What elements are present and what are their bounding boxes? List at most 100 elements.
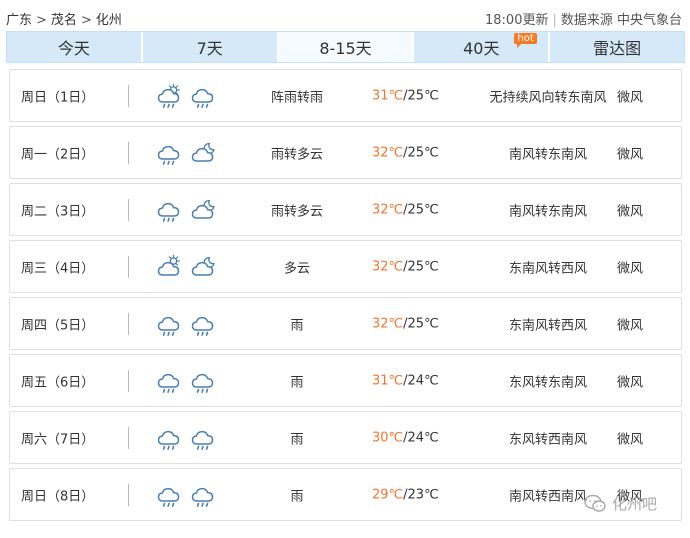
cloud-rain-icon	[157, 316, 180, 336]
forecast-row: 周五（6日）雨 31℃/24℃ 东风转东南风 微风	[9, 354, 682, 407]
column-divider	[128, 141, 129, 164]
weather-icons	[155, 83, 217, 109]
cloud-moon-icon	[191, 256, 215, 276]
forecast-list: 周日（1日） 阵雨转雨 31℃/25℃ 无持续风向转东南风 微风 周一（2日） 雨转多云 32…	[9, 69, 682, 525]
chat-bubble-icon	[584, 494, 606, 512]
wind-level: 微风	[616, 90, 643, 105]
forecast-tabs: 今天 7天 8-15天 40天 hot 雷达图	[6, 31, 685, 63]
low-temperature: /24℃	[403, 373, 439, 388]
column-divider	[128, 255, 129, 278]
low-temperature: /25℃	[403, 145, 439, 160]
breadcrumb-separator: >	[36, 13, 47, 28]
tab-8-15-days[interactable]: 8-15天	[278, 32, 415, 62]
column-divider	[128, 426, 129, 449]
wind-level: 微风	[616, 261, 643, 276]
wind-level: 微风	[616, 375, 643, 390]
forecast-row: 周六（7日）雨 30℃/24℃ 东风转西南风 微风	[9, 411, 682, 464]
cloud-rain-icon	[191, 316, 214, 336]
weather-icons	[155, 482, 217, 508]
forecast-date: 周五（6日）	[21, 375, 95, 390]
temperature: 32℃/25℃	[372, 259, 439, 274]
weather-icons	[155, 368, 217, 394]
cloud-sun-rain-icon	[157, 83, 180, 108]
low-temperature: /23℃	[403, 487, 439, 502]
weather-description: 雨	[290, 432, 304, 447]
tab-radar[interactable]: 雷达图	[550, 32, 684, 62]
weather-description: 雨转多云	[270, 204, 323, 219]
weather-description: 雨	[290, 318, 304, 333]
cloud-rain-icon	[157, 430, 180, 450]
forecast-row: 周日（1日） 阵雨转雨 31℃/25℃ 无持续风向转东南风 微风	[9, 69, 682, 122]
tab-label: 8-15天	[319, 39, 372, 58]
forecast-date: 周三（4日）	[21, 261, 95, 276]
weather-description: 雨转多云	[270, 147, 323, 162]
update-time: 18:00更新	[485, 13, 549, 28]
cloud-rain-icon	[157, 202, 180, 222]
high-temperature: 31℃	[372, 373, 404, 388]
wind-level: 微风	[616, 432, 643, 447]
wind-level: 微风	[616, 204, 643, 219]
low-temperature: /25℃	[403, 316, 439, 331]
forecast-date: 周日（1日）	[21, 90, 95, 105]
cloud-moon-icon	[191, 199, 215, 219]
breadcrumb: 广东 > 茂名 > 化州	[6, 9, 122, 28]
weather-icons	[155, 425, 217, 451]
weather-description: 多云	[283, 261, 310, 276]
forecast-row: 周三（4日） 多云 32℃/25℃ 东南风转西风 微风	[9, 240, 682, 293]
weather-icons	[155, 254, 217, 280]
cloud-rain-icon	[191, 88, 214, 108]
forecast-row: 周二（3日） 雨转多云 32℃/25℃ 南风转东南风 微风	[9, 183, 682, 236]
temperature: 31℃/24℃	[372, 373, 439, 388]
forecast-date: 周四（5日）	[21, 318, 95, 333]
tab-7-days[interactable]: 7天	[143, 32, 279, 62]
breadcrumb-province[interactable]: 广东	[6, 13, 32, 28]
data-source: 数据来源 中央气象台	[560, 13, 682, 28]
wind-level: 微风	[616, 318, 643, 333]
temperature: 29℃/23℃	[372, 487, 439, 502]
high-temperature: 30℃	[372, 430, 404, 445]
cloud-rain-icon	[157, 145, 180, 165]
breadcrumb-separator: >	[80, 13, 92, 28]
high-temperature: 32℃	[372, 259, 404, 274]
forecast-row: 周四（5日）雨 32℃/25℃ 东南风转西风 微风	[9, 297, 682, 350]
temperature: 30℃/24℃	[372, 430, 439, 445]
watermark-text: 化州吧	[612, 495, 658, 513]
low-temperature: /25℃	[403, 88, 439, 103]
forecast-date: 周二（3日）	[21, 204, 95, 219]
cloud-sun-icon	[157, 254, 180, 276]
forecast-row: 周日（8日）雨 29℃/23℃ 南风转西南风 微风	[9, 468, 682, 521]
tab-label: 今天	[57, 39, 90, 58]
forecast-row: 周一（2日） 雨转多云 32℃/25℃ 南风转东南风 微风	[9, 126, 682, 179]
column-divider	[128, 198, 129, 221]
tab-40-days[interactable]: 40天 hot	[414, 32, 551, 62]
forecast-date: 周六（7日）	[21, 432, 95, 447]
weather-description: 阵雨转雨	[270, 90, 323, 105]
cloud-rain-icon	[157, 373, 180, 393]
forecast-date: 周日（8日）	[21, 489, 95, 504]
weather-icons	[155, 140, 217, 166]
update-meta: 18:00更新 | 数据来源 中央气象台	[485, 9, 682, 28]
breadcrumb-county: 化州	[95, 13, 122, 28]
low-temperature: /25℃	[403, 202, 439, 217]
top-bar: 广东 > 茂名 > 化州 18:00更新 | 数据来源 中央气象台	[0, 0, 690, 34]
wind-level: 微风	[616, 147, 643, 162]
high-temperature: 32℃	[372, 316, 404, 331]
cloud-moon-icon	[191, 142, 215, 162]
weather-icons	[155, 197, 217, 223]
temperature: 31℃/25℃	[372, 88, 439, 103]
watermark: 化州吧	[584, 493, 657, 514]
tab-today[interactable]: 今天	[7, 32, 143, 62]
weather-description: 雨	[290, 375, 304, 390]
high-temperature: 29℃	[372, 487, 404, 502]
weather-icons	[155, 311, 217, 337]
meta-divider: |	[552, 13, 557, 28]
tab-label: 40天	[463, 39, 500, 58]
column-divider	[128, 312, 129, 335]
breadcrumb-city[interactable]: 茂名	[51, 13, 77, 28]
column-divider	[128, 84, 129, 107]
cloud-rain-icon	[157, 487, 180, 507]
high-temperature: 32℃	[372, 202, 404, 217]
cloud-rain-icon	[191, 373, 214, 393]
column-divider	[128, 369, 129, 392]
weather-description: 雨	[290, 489, 304, 504]
